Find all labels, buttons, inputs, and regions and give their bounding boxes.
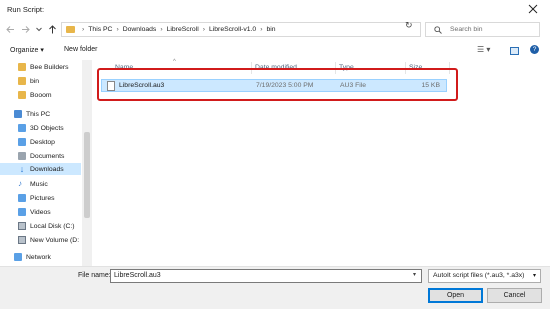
back-arrow-icon[interactable] [5, 24, 16, 35]
sidebar-item-this-pc[interactable]: This PC [14, 108, 50, 120]
sidebar-item-network[interactable]: Network [14, 251, 51, 263]
sort-ascending-icon: ^ [173, 59, 176, 65]
filetype-select[interactable]: AutoIt script files (*.au3, *.a3x) ▾ [428, 269, 541, 283]
sidebar-item-3d-objects[interactable]: 3D Objects [18, 122, 64, 134]
sidebar-item-documents[interactable]: Documents [18, 150, 64, 162]
search-input[interactable]: Search bin [450, 26, 483, 33]
music-icon: ♪ [18, 179, 22, 188]
disk-icon [18, 222, 26, 230]
organize-button[interactable]: Organize ▾ [10, 46, 44, 54]
pc-icon [14, 110, 22, 118]
network-icon [14, 253, 22, 261]
disk-icon [18, 236, 26, 244]
videos-icon [18, 208, 26, 216]
new-folder-button[interactable]: New folder [64, 46, 97, 53]
breadcrumb-bin[interactable]: bin [266, 26, 275, 33]
close-icon[interactable] [526, 3, 540, 16]
chevron-down-icon: ▾ [532, 273, 536, 279]
pictures-icon [18, 194, 26, 202]
folder-icon [18, 77, 26, 85]
download-icon: ↓ [19, 164, 25, 174]
breadcrumb-librescroll-v1[interactable]: LibreScroll-v1.0 [209, 26, 256, 33]
sidebar-item-new-volume[interactable]: New Volume (D: [18, 234, 79, 246]
sidebar-item-booom[interactable]: Booom [18, 89, 52, 101]
dialog-footer: File name: LibreScroll.au3 ▾ AutoIt scri… [0, 266, 550, 309]
view-options-button[interactable]: ☰ ▾ [477, 45, 490, 54]
folder-icon [66, 26, 75, 33]
preview-pane-icon[interactable] [510, 47, 519, 55]
sidebar-scroll-thumb[interactable] [84, 132, 90, 218]
address-bar[interactable]: › This PC › Downloads › LibreScroll › Li… [61, 22, 456, 37]
cancel-button[interactable]: Cancel [487, 288, 542, 303]
open-button[interactable]: Open [428, 288, 483, 303]
forward-arrow-icon[interactable] [20, 24, 31, 35]
cube-icon [18, 124, 26, 132]
folder-icon [18, 63, 26, 71]
sidebar-item-music[interactable]: ♪ Music [18, 178, 48, 190]
title-bar: Run Script: [0, 0, 550, 19]
desktop-icon [18, 138, 26, 146]
sidebar-item-pictures[interactable]: Pictures [18, 192, 55, 204]
sidebar-item-videos[interactable]: Videos [18, 206, 51, 218]
sidebar-item-desktop[interactable]: Desktop [18, 136, 55, 148]
breadcrumb-librescroll[interactable]: LibreScroll [167, 26, 199, 33]
filename-dropdown-icon[interactable]: ▾ [413, 271, 416, 278]
search-box[interactable]: Search bin [425, 22, 540, 37]
sidebar-item-bin[interactable]: bin [18, 75, 39, 87]
navigation-bar: › This PC › Downloads › LibreScroll › Li… [0, 19, 550, 40]
filename-label: File name: [78, 272, 111, 279]
breadcrumb-this-pc[interactable]: This PC [88, 26, 112, 33]
search-icon [434, 26, 442, 34]
breadcrumb-downloads[interactable]: Downloads [123, 26, 157, 33]
sidebar-item-bee-builders[interactable]: Bee Builders [18, 61, 69, 73]
help-icon[interactable]: ? [530, 45, 539, 54]
breadcrumb: › This PC › Downloads › LibreScroll › Li… [82, 26, 276, 33]
recent-chevron-icon[interactable] [35, 24, 43, 35]
command-toolbar: Organize ▾ New folder ☰ ▾ ? [0, 40, 550, 60]
navigation-pane: Bee Builders bin Booom This PC 3D Object… [0, 60, 93, 266]
filename-input[interactable]: LibreScroll.au3 [110, 269, 422, 283]
highlight-box [97, 68, 458, 101]
window-title: Run Script: [7, 5, 45, 14]
sidebar-item-downloads[interactable]: ↓ Downloads [0, 163, 81, 175]
documents-icon [18, 152, 26, 160]
up-arrow-icon[interactable] [47, 24, 58, 35]
sidebar-item-local-disk[interactable]: Local Disk (C:) [18, 220, 75, 232]
folder-icon [18, 91, 26, 99]
refresh-icon[interactable]: ↻ [405, 20, 413, 31]
